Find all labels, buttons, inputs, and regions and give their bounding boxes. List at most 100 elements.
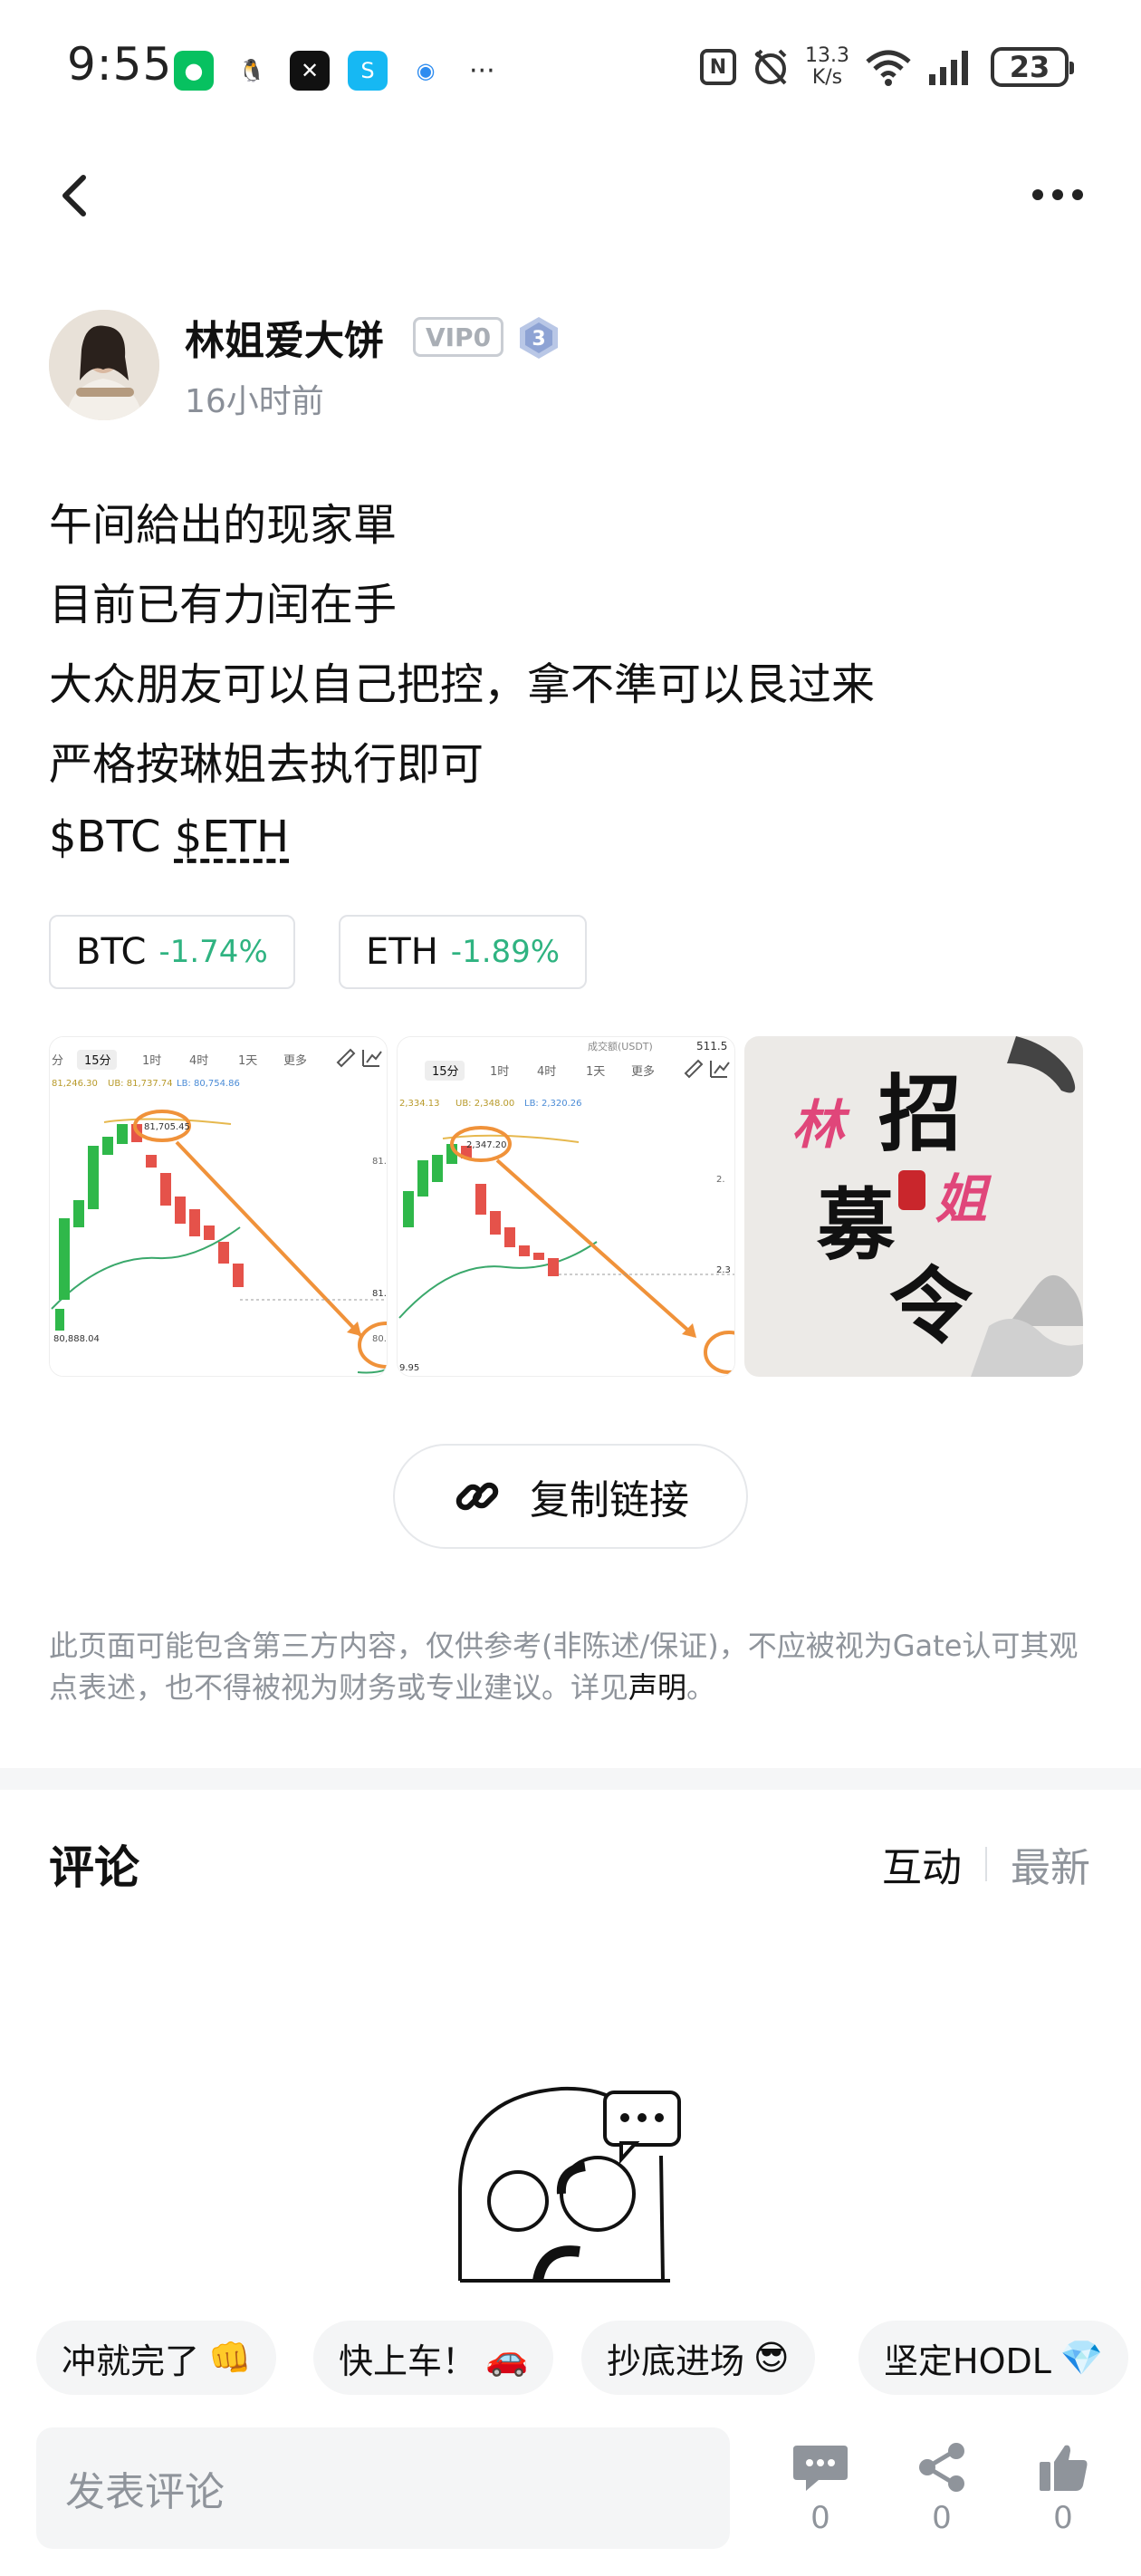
svg-text:LB: 2,320.26: LB: 2,320.26 bbox=[524, 1099, 582, 1109]
disclaimer-text: 此页面可能包含第三方内容，仅供参考(非陈述/保证)，不应被视为Gate认可其观点… bbox=[49, 1629, 1079, 1705]
svg-text:81,246.30: 81,246.30 bbox=[52, 1079, 98, 1089]
tag-eth[interactable]: $ETH bbox=[175, 812, 289, 862]
svg-text:9.95: 9.95 bbox=[399, 1363, 419, 1373]
svg-text:1天: 1天 bbox=[586, 1065, 605, 1079]
copy-link-label: 复制链接 bbox=[530, 1477, 689, 1523]
back-button[interactable] bbox=[51, 168, 98, 223]
svg-text:511.5: 511.5 bbox=[696, 1040, 727, 1053]
dot-icon bbox=[1072, 189, 1083, 200]
comment-sort-tabs: 互动 最新 bbox=[882, 1835, 1090, 1893]
level-badge: 3 bbox=[516, 315, 561, 360]
post-line: 午间給出的现家單 bbox=[49, 500, 398, 551]
coin-name: BTC bbox=[76, 931, 147, 973]
author-name[interactable]: 林姐爱大饼 bbox=[185, 308, 384, 366]
empty-comments-illustration bbox=[453, 2083, 688, 2284]
svg-text:更多: 更多 bbox=[283, 1053, 307, 1068]
svg-text:2.: 2. bbox=[716, 1175, 725, 1185]
alarm-off-icon bbox=[754, 49, 787, 85]
svg-text:募: 募 bbox=[816, 1179, 896, 1271]
ghost-illustration bbox=[458, 2086, 681, 2283]
svg-text:招: 招 bbox=[878, 1065, 962, 1163]
recruitment-poster-image: 林 招 募 姐 令 bbox=[744, 1036, 1083, 1377]
link-icon bbox=[455, 1482, 499, 1511]
sunglasses-emoji-icon: 😎 bbox=[753, 2338, 790, 2378]
coin-chip-btc[interactable]: BTC -1.74% bbox=[49, 915, 295, 989]
author-avatar[interactable] bbox=[49, 310, 159, 420]
quick-reply-text: 快上车！ bbox=[339, 2341, 477, 2381]
quick-reply-text: 冲就完了 bbox=[62, 2341, 200, 2381]
network-speed: 13.3 K/s bbox=[805, 44, 849, 89]
svg-text:15分: 15分 bbox=[432, 1065, 459, 1079]
post-image-btc-chart[interactable]: 分 15分 1时 4时 1天 更多 81,246.30 UB: 81,737.7… bbox=[49, 1036, 388, 1377]
quick-reply-text: 抄底进场 bbox=[607, 2341, 745, 2381]
svg-text:2.3: 2.3 bbox=[716, 1265, 731, 1275]
signal-icon bbox=[929, 51, 968, 85]
quick-reply-row: 冲就完了 👊 快上车！ 🚗 抄底进场 😎 坚定HODL 💎 bbox=[36, 2321, 1141, 2395]
svg-text:UB: 2,348.00: UB: 2,348.00 bbox=[455, 1099, 514, 1109]
vip-badge: VIP0 bbox=[413, 317, 503, 357]
post-tags: $BTC $ETH bbox=[49, 812, 289, 862]
svg-text:分: 分 bbox=[52, 1054, 63, 1068]
copy-link-button[interactable]: 复制链接 bbox=[393, 1444, 748, 1549]
svg-text:15分: 15分 bbox=[84, 1054, 111, 1068]
post-time: 16小时前 bbox=[185, 383, 324, 420]
sort-tab-interactive[interactable]: 互动 bbox=[882, 1835, 962, 1893]
chevron-left-icon bbox=[62, 175, 86, 216]
post-line: 目前已有力闰在手 bbox=[49, 580, 398, 630]
status-time: 9:55 bbox=[67, 38, 173, 91]
svg-text:成交额(USDT): 成交额(USDT) bbox=[588, 1040, 653, 1053]
dot-icon bbox=[1052, 189, 1063, 200]
comment-icon bbox=[793, 2446, 848, 2491]
svg-text:81,705.45: 81,705.45 bbox=[144, 1122, 190, 1132]
sort-separator bbox=[985, 1847, 987, 1881]
dot-icon bbox=[1032, 189, 1043, 200]
comment-action-button[interactable]: 0 bbox=[784, 2442, 857, 2551]
level-shield-icon: 3 bbox=[520, 317, 558, 359]
quick-reply-chip[interactable]: 抄底进场 😎 bbox=[581, 2321, 815, 2395]
section-divider bbox=[0, 1768, 1141, 1790]
share-icon bbox=[919, 2443, 964, 2492]
svg-text:81.: 81. bbox=[372, 1157, 387, 1167]
comment-input[interactable]: 发表评论 bbox=[36, 2427, 730, 2549]
disclaimer-link[interactable]: 声明 bbox=[628, 1670, 686, 1705]
coin-change: -1.74% bbox=[158, 934, 268, 970]
status-bar: 9:55 ● 🐧 ✕ S ◉ ··· N 13.3 K/s 23 bbox=[0, 0, 1141, 136]
qq-icon: 🐧 bbox=[232, 51, 272, 91]
wifi-icon bbox=[866, 50, 911, 86]
browser-icon: ◉ bbox=[406, 51, 446, 91]
svg-text:姐: 姐 bbox=[935, 1168, 992, 1230]
svg-text:3: 3 bbox=[532, 328, 545, 351]
svg-text:LB: 80,754.86: LB: 80,754.86 bbox=[177, 1079, 240, 1089]
more-notifications-icon: ··· bbox=[469, 54, 495, 87]
svg-text:林: 林 bbox=[791, 1094, 850, 1156]
more-options-button[interactable] bbox=[1032, 181, 1090, 208]
coin-change: -1.89% bbox=[450, 934, 561, 970]
svg-text:UB: 81,737.74: UB: 81,737.74 bbox=[108, 1079, 173, 1089]
tag-btc[interactable]: $BTC bbox=[49, 812, 161, 862]
diamond-emoji-icon: 💎 bbox=[1060, 2337, 1104, 2378]
car-emoji-icon: 🚗 bbox=[485, 2337, 529, 2378]
like-action-button[interactable]: 0 bbox=[1027, 2442, 1099, 2551]
notification-icons: ● 🐧 ✕ S ◉ ··· bbox=[174, 51, 495, 91]
quick-reply-chip[interactable]: 坚定HODL 💎 bbox=[858, 2321, 1129, 2395]
svg-text:2,334.13: 2,334.13 bbox=[399, 1099, 440, 1109]
svg-text:80,888.04: 80,888.04 bbox=[53, 1334, 100, 1344]
quick-reply-chip[interactable]: 快上车！ 🚗 bbox=[313, 2321, 554, 2395]
share-action-button[interactable]: 0 bbox=[906, 2442, 978, 2551]
sort-tab-latest[interactable]: 最新 bbox=[1011, 1835, 1090, 1893]
post-line: 大众朋友可以自己把控，拿不準可以艮过来 bbox=[49, 659, 876, 710]
nfc-icon: N bbox=[700, 49, 737, 85]
post-line: 严格按琳姐去执行即可 bbox=[49, 739, 484, 790]
svg-text:更多: 更多 bbox=[631, 1064, 655, 1079]
svg-text:1天: 1天 bbox=[238, 1054, 257, 1068]
coin-chip-eth[interactable]: ETH -1.89% bbox=[339, 915, 588, 989]
comments-title: 评论 bbox=[49, 1841, 139, 1894]
battery-indicator: 23 bbox=[991, 47, 1074, 87]
post-image-poster[interactable]: 林 招 募 姐 令 bbox=[744, 1036, 1083, 1377]
quick-reply-text: 坚定HODL bbox=[884, 2341, 1051, 2381]
quick-reply-chip[interactable]: 冲就完了 👊 bbox=[36, 2321, 277, 2395]
system-icons: N 13.3 K/s 23 bbox=[700, 44, 1074, 89]
post-image-eth-chart[interactable]: 成交额(USDT) 511.5 15分 1时 4时 1天 更多 2,334.13… bbox=[397, 1036, 735, 1377]
svg-text:1时: 1时 bbox=[490, 1065, 509, 1079]
svg-text:1时: 1时 bbox=[142, 1054, 161, 1068]
